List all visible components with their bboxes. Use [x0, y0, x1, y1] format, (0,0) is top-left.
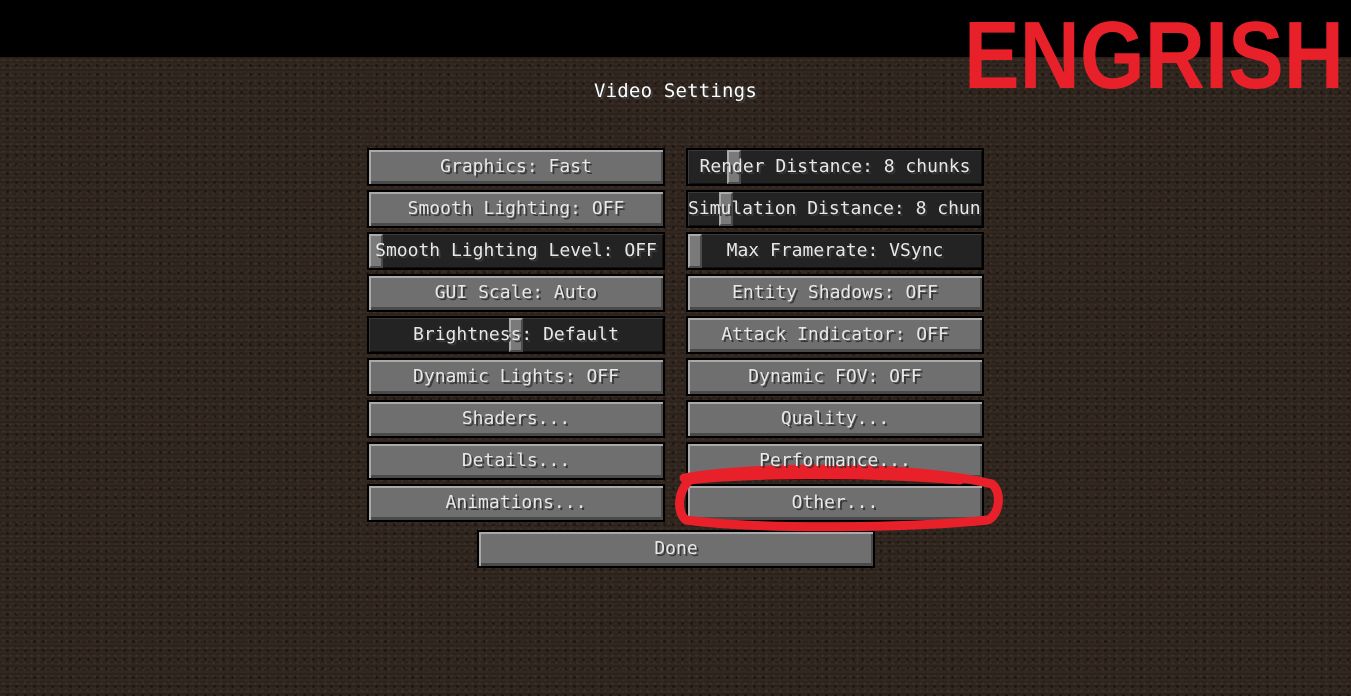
smooth-lighting-button-label: Smooth Lighting: OFF [407, 198, 625, 219]
max-framerate-label: Max Framerate: VSync [726, 240, 944, 261]
performance-button[interactable]: Performance... [686, 442, 984, 480]
done-button[interactable]: Done [477, 530, 875, 568]
video-settings-screen: Video Settings ENGRISH Graphics: Fast Sm… [0, 0, 1351, 696]
render-distance-slider[interactable]: Render Distance: 8 chunks [686, 148, 984, 186]
entity-shadows-button[interactable]: Entity Shadows: OFF [686, 274, 984, 312]
slider-handle[interactable] [688, 234, 702, 268]
gui-scale-button[interactable]: GUI Scale: Auto [367, 274, 665, 312]
quality-button-label: Quality... [780, 408, 890, 429]
smooth-lighting-level-label: Smooth Lighting Level: OFF [375, 240, 657, 261]
animations-button-label: Animations... [445, 492, 587, 513]
dynamic-lights-button-label: Dynamic Lights: OFF [413, 366, 619, 387]
watermark-text: ENGRISH [964, 14, 1344, 94]
gui-scale-button-label: GUI Scale: Auto [434, 282, 598, 303]
dynamic-fov-button-label: Dynamic FOV: OFF [748, 366, 922, 387]
graphics-button[interactable]: Graphics: Fast [367, 148, 665, 186]
done-button-label: Done [654, 538, 698, 559]
attack-indicator-button[interactable]: Attack Indicator: OFF [686, 316, 984, 354]
animations-button[interactable]: Animations... [367, 484, 665, 522]
entity-shadows-button-label: Entity Shadows: OFF [732, 282, 938, 303]
brightness-label: Brightness: Default [413, 324, 619, 345]
dirt-background [0, 57, 1351, 696]
attack-indicator-button-label: Attack Indicator: OFF [721, 324, 949, 345]
performance-button-label: Performance... [759, 450, 911, 471]
graphics-button-label: Graphics: Fast [440, 156, 592, 177]
engrish-watermark: ENGRISH [964, 14, 1344, 94]
quality-button[interactable]: Quality... [686, 400, 984, 438]
simulation-distance-label: Simulation Distance: 8 chunks [688, 198, 984, 219]
shaders-button-label: Shaders... [461, 408, 571, 429]
smooth-lighting-level-slider[interactable]: Smooth Lighting Level: OFF [367, 232, 665, 270]
simulation-distance-slider[interactable]: Simulation Distance: 8 chunks [686, 190, 984, 228]
other-button[interactable]: Other... [686, 484, 984, 522]
details-button-label: Details... [461, 450, 571, 471]
dynamic-fov-button[interactable]: Dynamic FOV: OFF [686, 358, 984, 396]
other-button-label: Other... [791, 492, 879, 513]
max-framerate-slider[interactable]: Max Framerate: VSync [686, 232, 984, 270]
smooth-lighting-button[interactable]: Smooth Lighting: OFF [367, 190, 665, 228]
shaders-button[interactable]: Shaders... [367, 400, 665, 438]
render-distance-label: Render Distance: 8 chunks [699, 156, 971, 177]
details-button[interactable]: Details... [367, 442, 665, 480]
brightness-slider[interactable]: Brightness: Default [367, 316, 665, 354]
dynamic-lights-button[interactable]: Dynamic Lights: OFF [367, 358, 665, 396]
